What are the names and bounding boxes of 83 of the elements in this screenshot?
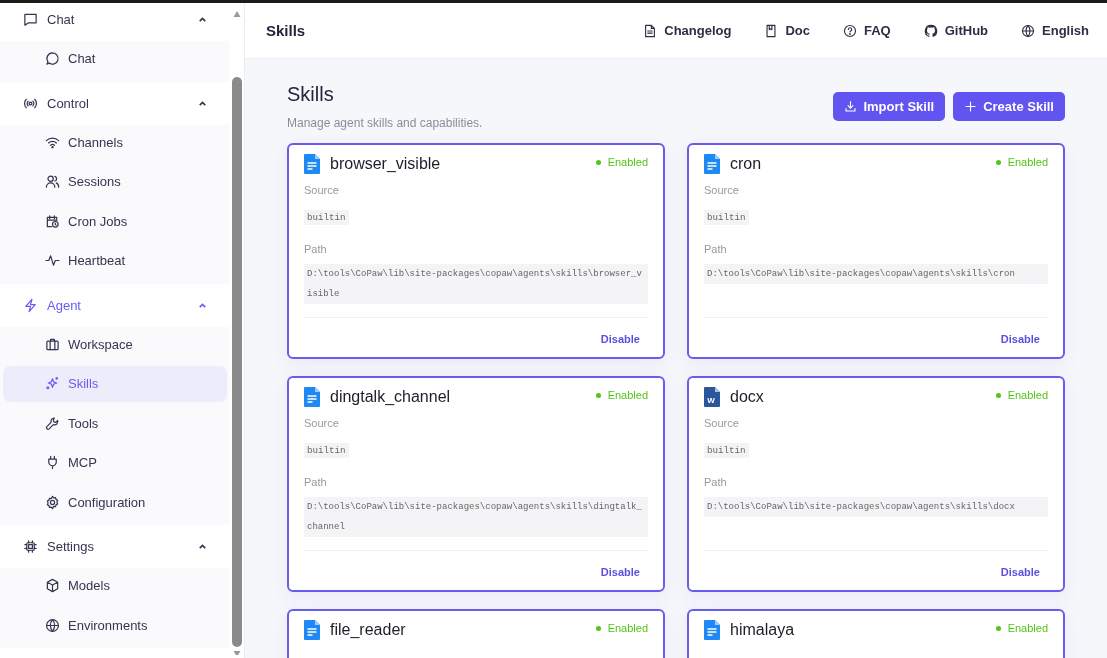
- help-icon: [843, 23, 857, 38]
- create-button[interactable]: Create Skill: [953, 92, 1065, 121]
- status-text: Enabled: [1007, 389, 1048, 401]
- header-link[interactable]: English: [1021, 23, 1089, 38]
- plus-icon: [964, 100, 978, 113]
- header-title: Skills: [266, 22, 307, 39]
- menu-item[interactable]: Tools: [3, 405, 227, 441]
- document-icon: [643, 23, 658, 38]
- source-value: builtin: [704, 210, 749, 225]
- path-value: D:\tools\CoPaw\lib\site-packages\copaw\agents\skills\cron: [704, 264, 1048, 284]
- skill-name: cron: [730, 155, 762, 173]
- book-icon: [764, 23, 779, 38]
- lightning-icon: [23, 297, 38, 313]
- path-value: D:\tools\CoPaw\lib\site-packages\copaw\agents\skills\docx: [704, 497, 1048, 517]
- skill-name: file_reader: [330, 621, 406, 639]
- menu-item[interactable]: Configuration: [3, 484, 227, 520]
- skill-name: dingtalk_channel: [330, 388, 451, 406]
- header-link[interactable]: Changelog: [643, 23, 732, 38]
- field-label: Path: [304, 243, 328, 255]
- path-value: D:\tools\CoPaw\lib\site-packages\copaw\agents\skills\dingtalk_channel: [304, 497, 648, 537]
- menu-item[interactable]: Heartbeat: [3, 243, 227, 279]
- document-icon: [304, 154, 320, 174]
- status-text: Enabled: [607, 389, 648, 401]
- status-text: Enabled: [1007, 156, 1048, 168]
- skill-name: browser_visible: [330, 155, 441, 173]
- source-value: builtin: [304, 210, 349, 225]
- disable-link[interactable]: Disable: [1000, 333, 1040, 345]
- menu-item[interactable]: Channels: [3, 124, 227, 160]
- chevron-icon: [197, 14, 208, 25]
- menu-item[interactable]: MCP: [3, 445, 227, 481]
- plug-icon: [45, 455, 60, 471]
- disable-link[interactable]: Disable: [1000, 566, 1040, 578]
- field-label: Path: [304, 476, 328, 488]
- disable-link[interactable]: Disable: [600, 566, 640, 578]
- document-icon: [704, 154, 720, 174]
- briefcase-icon: [45, 336, 60, 352]
- disable-link[interactable]: Disable: [600, 333, 640, 345]
- skill-name: himalaya: [730, 621, 795, 639]
- document-icon: [704, 620, 720, 640]
- menu-item[interactable]: Cron Jobs: [3, 203, 227, 239]
- status-text: Enabled: [607, 156, 648, 168]
- field-label: Path: [704, 476, 728, 488]
- globe-icon: [45, 617, 60, 633]
- sparkle-icon: [45, 376, 60, 392]
- globe-icon: [1021, 23, 1036, 38]
- chevron-icon: [197, 541, 208, 552]
- users-icon: [45, 174, 60, 190]
- calendar-clock-icon: [45, 213, 60, 229]
- header-link[interactable]: GitHub: [923, 23, 989, 38]
- chip-icon: [23, 539, 38, 554]
- page-title: Skills: [287, 83, 335, 106]
- menu-item[interactable]: Environments: [3, 607, 227, 643]
- menu-item[interactable]: Workspace: [3, 326, 227, 362]
- document-icon: [304, 387, 320, 407]
- page-subtitle: Manage agent skills and capabilities.: [287, 116, 483, 130]
- message-icon: [23, 12, 38, 27]
- status-text: Enabled: [607, 622, 648, 634]
- cube-icon: [45, 578, 60, 594]
- header-link[interactable]: FAQ: [843, 23, 891, 38]
- download-icon: [844, 100, 858, 113]
- github-icon: [923, 23, 938, 38]
- path-value: D:\tools\CoPaw\lib\site-packages\copaw\agents\skills\browser_visible: [304, 264, 648, 304]
- menu-item[interactable]: Models: [3, 568, 227, 604]
- header-link[interactable]: Doc: [764, 23, 810, 38]
- wifi-icon: [45, 134, 60, 150]
- pulse-icon: [45, 253, 60, 269]
- field-label: Path: [704, 243, 728, 255]
- field-label: Source: [704, 184, 740, 196]
- menu-item[interactable]: Sessions: [3, 164, 227, 200]
- wrench-icon: [45, 415, 60, 431]
- settings-icon: [45, 494, 60, 510]
- skill-name: docx: [730, 388, 764, 406]
- field-label: Source: [304, 184, 340, 196]
- field-label: Source: [304, 417, 340, 429]
- menu-item[interactable]: Skills: [3, 366, 227, 402]
- word-file-icon: W: [704, 387, 720, 407]
- source-value: builtin: [304, 443, 349, 458]
- status-text: Enabled: [1007, 622, 1048, 634]
- source-value: builtin: [704, 443, 749, 458]
- speech-bubble-icon: [45, 51, 60, 67]
- field-label: Source: [704, 417, 740, 429]
- import-button[interactable]: Import Skill: [833, 92, 946, 121]
- document-icon: [304, 620, 320, 640]
